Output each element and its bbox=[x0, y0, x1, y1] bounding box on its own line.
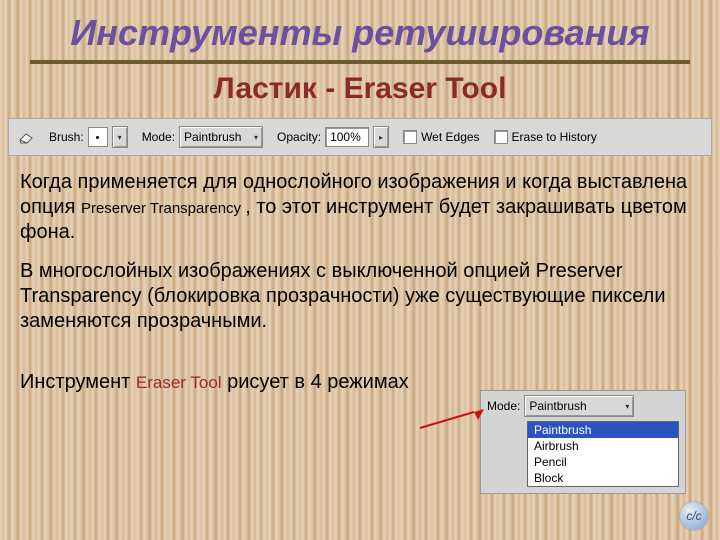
chevron-down-icon: ▾ bbox=[254, 133, 258, 142]
opacity-flyout-button[interactable]: ▸ bbox=[373, 126, 389, 148]
erase-history-group: Erase to History bbox=[494, 130, 597, 144]
mode-options-list: Paintbrush Airbrush Pencil Block bbox=[527, 421, 679, 487]
mode-group: Mode: Paintbrush ▾ bbox=[142, 126, 263, 148]
title-divider bbox=[30, 60, 690, 64]
brush-swatch[interactable] bbox=[88, 127, 108, 147]
chevron-down-icon: ▾ bbox=[625, 402, 629, 411]
mode-dropdown-panel: Mode: Paintbrush ▾ Paintbrush Airbrush P… bbox=[480, 390, 686, 494]
page-subtitle: Ластик - Eraser Tool bbox=[0, 72, 720, 106]
mode-option-paintbrush[interactable]: Paintbrush bbox=[528, 422, 678, 438]
paragraph-2: В многослойных изображениях с выключенно… bbox=[20, 259, 694, 334]
opacity-group: Opacity: 100% ▸ bbox=[277, 126, 389, 148]
inline-tool-name: Eraser Tool bbox=[136, 373, 222, 392]
mode-panel-dropdown[interactable]: Paintbrush ▾ bbox=[524, 395, 634, 417]
mode-label: Mode: bbox=[142, 130, 175, 144]
brush-picker-group: Brush: ▾ bbox=[49, 126, 128, 148]
mode-panel-label: Mode: bbox=[487, 399, 520, 413]
erase-history-label: Erase to History bbox=[512, 130, 597, 144]
paragraph-1: Когда применяется для однослойного изобр… bbox=[20, 170, 694, 245]
brush-label: Brush: bbox=[49, 130, 84, 144]
wet-edges-checkbox[interactable] bbox=[403, 130, 417, 144]
inline-term: Preserver Transparency bbox=[81, 200, 245, 217]
mode-option-pencil[interactable]: Pencil bbox=[528, 454, 678, 470]
mode-option-block[interactable]: Block bbox=[528, 470, 678, 486]
eraser-icon bbox=[17, 130, 35, 144]
mode-dropdown[interactable]: Paintbrush ▾ bbox=[179, 126, 263, 148]
paragraph-3: Инструмент Eraser Tool рисует в 4 режима… bbox=[20, 370, 430, 395]
opacity-input[interactable]: 100% bbox=[325, 127, 369, 147]
arrow-icon bbox=[418, 408, 488, 434]
opacity-label: Opacity: bbox=[277, 130, 321, 144]
wet-edges-group: Wet Edges bbox=[403, 130, 479, 144]
mode-value: Paintbrush bbox=[184, 130, 241, 144]
logo-badge: c/c bbox=[680, 502, 708, 530]
page-title: Инструменты ретуширования bbox=[0, 0, 720, 54]
wet-edges-label: Wet Edges bbox=[421, 130, 479, 144]
brush-dropdown-button[interactable]: ▾ bbox=[112, 126, 128, 148]
mode-option-airbrush[interactable]: Airbrush bbox=[528, 438, 678, 454]
erase-history-checkbox[interactable] bbox=[494, 130, 508, 144]
eraser-options-toolbar: Brush: ▾ Mode: Paintbrush ▾ Opacity: 100… bbox=[8, 118, 712, 156]
